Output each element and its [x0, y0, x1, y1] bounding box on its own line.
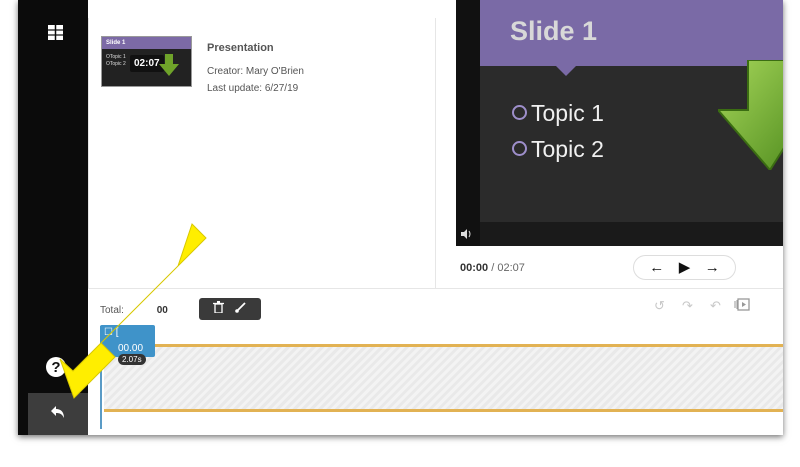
total-time: 02:07: [497, 262, 525, 274]
time-separator: /: [491, 262, 495, 274]
slide-header-notch: [554, 64, 578, 76]
grid-icon[interactable]: [47, 24, 64, 41]
bullet-icon: [512, 141, 527, 157]
presentation-thumbnail[interactable]: Slide 1 OTopic 1 OTopic 2 02:07: [101, 36, 192, 87]
presentation-creator: Creator: Mary O'Brien: [207, 66, 304, 77]
next-slide-button[interactable]: →: [705, 260, 720, 275]
clip-duration-badge: 2.07s: [118, 354, 146, 365]
player-bar: [480, 222, 783, 246]
presentation-info: Slide 1 OTopic 1 OTopic 2 02:07 Presenta…: [88, 18, 436, 288]
help-icon[interactable]: ?: [46, 357, 66, 377]
preview-video-icon[interactable]: [734, 298, 752, 314]
slide-title: Slide 1: [510, 16, 598, 46]
playback-controls: ← ▶ →: [633, 255, 736, 280]
thumbnail-arrow-icon: [159, 54, 179, 81]
slide-preview[interactable]: Slide 1 Topic 1 Topic 2: [456, 0, 783, 246]
left-sidebar: ?: [18, 0, 88, 435]
timeline-total: Total: 00: [100, 305, 168, 316]
timeline-track[interactable]: [104, 344, 783, 412]
playback-time: 00:00 / 02:07: [460, 262, 525, 274]
clip-marker-value: 00.00: [118, 343, 144, 354]
slide-canvas: Slide 1 Topic 1 Topic 2: [480, 0, 783, 222]
presentation-title: Presentation: [207, 42, 274, 54]
clip-marker[interactable]: ☐ [ 00.00: [100, 325, 155, 357]
section-divider: [88, 288, 783, 289]
reset-icon[interactable]: ↺: [654, 298, 665, 314]
slide-bullet: Topic 1: [512, 100, 604, 127]
edit-icon[interactable]: [235, 300, 247, 318]
undo-button[interactable]: [28, 393, 88, 435]
down-arrow-graphic: [715, 59, 783, 175]
clip-toolbar: [199, 298, 261, 320]
current-time: 00:00: [460, 262, 489, 274]
presentation-last-update: Last update: 6/27/19: [207, 83, 299, 94]
play-button[interactable]: ▶: [679, 260, 691, 275]
app-window: ? Slide 1 OTopic 1 OTopic 2 02:07 Presen…: [18, 0, 783, 435]
undo-small-icon[interactable]: ↶: [710, 298, 721, 314]
redo-icon[interactable]: ↷: [682, 298, 693, 314]
bullet-icon: [512, 105, 527, 121]
volume-icon[interactable]: [460, 228, 472, 243]
trash-icon[interactable]: [212, 300, 224, 318]
undo-icon: [50, 405, 66, 424]
previous-slide-button[interactable]: ←: [649, 260, 664, 275]
slide-bullet: Topic 2: [512, 136, 604, 163]
thumbnail-title: Slide 1: [102, 37, 191, 49]
clip-marker-label: ☐ [: [104, 327, 119, 338]
